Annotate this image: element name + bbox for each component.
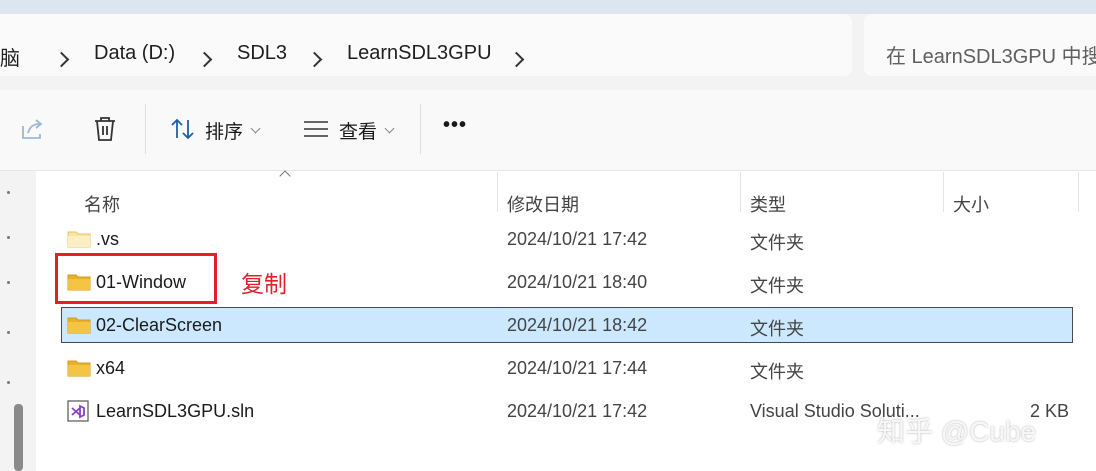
- search-input[interactable]: 在 LearnSDL3GPU 中搜: [864, 14, 1096, 76]
- file-name[interactable]: .vs: [96, 229, 119, 250]
- watermark: 知乎 @Cube: [877, 416, 1037, 447]
- file-type: 文件夹: [750, 362, 804, 382]
- column-header-date[interactable]: 修改日期: [507, 191, 579, 217]
- file-type: 文件夹: [750, 319, 804, 339]
- folder-icon: [67, 317, 91, 334]
- file-date: 2024/10/21 17:42: [507, 401, 648, 421]
- file-date: 2024/10/21 18:42: [507, 315, 648, 335]
- visual-studio-solution-icon: [67, 400, 89, 422]
- column-header-type[interactable]: 类型: [750, 191, 786, 217]
- file-date: 2024/10/21 17:42: [507, 229, 648, 249]
- column-divider[interactable]: [497, 172, 498, 212]
- search-placeholder: 在 LearnSDL3GPU 中搜: [886, 46, 1096, 68]
- view-icon[interactable]: [303, 119, 329, 139]
- file-name[interactable]: LearnSDL3GPU.sln: [96, 401, 254, 422]
- trash-icon[interactable]: [92, 115, 118, 143]
- more-options-button[interactable]: •••: [443, 114, 467, 137]
- chevron-right-icon[interactable]: [53, 51, 70, 68]
- window-top-strip: [0, 0, 1096, 14]
- share-icon[interactable]: [20, 116, 46, 142]
- file-date: 2024/10/21 18:40: [507, 272, 648, 292]
- folder-icon: [67, 360, 91, 377]
- file-type: 文件夹: [750, 233, 804, 253]
- column-header-name[interactable]: 名称: [84, 191, 120, 217]
- sort-ascending-icon: [279, 170, 291, 182]
- sort-icon[interactable]: [170, 117, 196, 141]
- breadcrumb-item-pc[interactable]: 电脑: [0, 42, 20, 71]
- view-button[interactable]: 查看: [339, 117, 377, 144]
- nav-pane-scrollbar[interactable]: [14, 404, 23, 471]
- chevron-right-icon[interactable]: [508, 51, 525, 68]
- sort-button[interactable]: 排序: [205, 117, 243, 144]
- nav-bullet: [7, 381, 10, 384]
- command-bar: [0, 90, 1096, 171]
- breadcrumb[interactable]: 电脑 Data (D:) SDL3 LearnSDL3GPU: [0, 14, 852, 76]
- column-divider[interactable]: [740, 172, 741, 212]
- toolbar-divider: [145, 104, 146, 154]
- annotation-highlight-box: [55, 253, 217, 304]
- file-name[interactable]: x64: [96, 358, 125, 379]
- nav-bullet: [7, 331, 10, 334]
- nav-bullet: [7, 191, 10, 194]
- breadcrumb-item-data-drive[interactable]: Data (D:): [94, 42, 175, 65]
- nav-bullet: [7, 236, 10, 239]
- breadcrumb-item-sdl3[interactable]: SDL3: [237, 42, 287, 65]
- column-divider[interactable]: [943, 172, 944, 212]
- chevron-right-icon[interactable]: [196, 51, 213, 68]
- toolbar-divider: [420, 104, 421, 154]
- annotation-label: 复制: [241, 271, 287, 297]
- file-name[interactable]: 02-ClearScreen: [96, 315, 222, 336]
- folder-icon: [67, 231, 91, 248]
- breadcrumb-item-learnsdl3gpu[interactable]: LearnSDL3GPU: [347, 42, 492, 65]
- nav-bullet: [7, 281, 10, 284]
- chevron-right-icon[interactable]: [306, 51, 323, 68]
- column-header-size[interactable]: 大小: [953, 191, 989, 217]
- file-date: 2024/10/21 17:44: [507, 358, 648, 378]
- file-type: 文件夹: [750, 276, 804, 296]
- column-divider[interactable]: [1078, 172, 1079, 212]
